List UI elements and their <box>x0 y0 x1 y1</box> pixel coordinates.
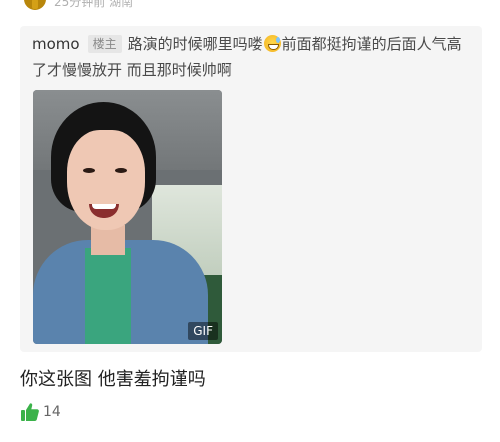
like-count: 14 <box>43 404 61 420</box>
gif-right-eye <box>115 168 127 173</box>
gif-image[interactable]: GIF <box>33 90 222 344</box>
like-button[interactable]: 14 <box>20 402 61 422</box>
quoted-username[interactable]: momo <box>32 35 80 53</box>
host-badge: 楼主 <box>87 35 122 53</box>
quoted-text-part1: 路演的时候哪里吗喽 <box>127 35 263 53</box>
gif-left-eye <box>83 168 95 173</box>
previous-comment-meta: 25分钟前 湖南 <box>24 0 133 10</box>
gif-teeth <box>92 204 116 209</box>
gif-badge: GIF <box>188 322 218 340</box>
grinning-sweat-emoji-icon <box>263 35 281 52</box>
gif-green-tee <box>85 248 131 344</box>
reply-text: 你这张图 他害羞拘谨吗 <box>20 369 206 390</box>
comment-timestamp: 25分钟前 湖南 <box>54 0 134 9</box>
thumbs-up-icon[interactable] <box>20 402 40 422</box>
quoted-comment-text: momo 楼主 路演的时候哪里吗喽 前面都挺拘谨的后面人气高了才慢慢放开 而且那时候帅… <box>32 31 472 83</box>
avatar[interactable] <box>24 0 46 10</box>
